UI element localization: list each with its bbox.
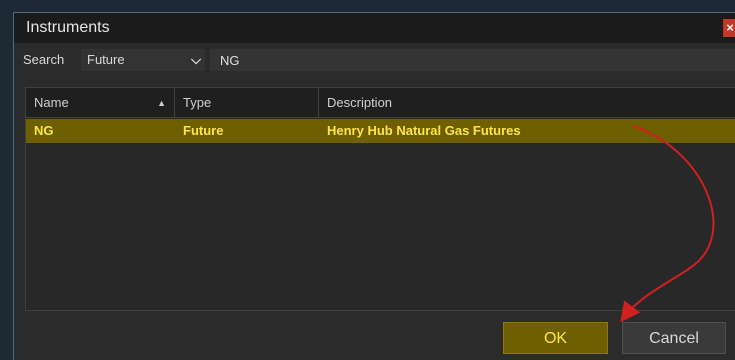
table-row[interactable]: NG Future Henry Hub Natural Gas Futures (26, 119, 735, 143)
column-header-label: Description (327, 95, 393, 110)
ok-button[interactable]: OK (503, 322, 608, 354)
column-header-type[interactable]: Type (175, 88, 319, 118)
search-bar: Search Future ⌵ (14, 45, 735, 75)
instrument-type-select[interactable]: Future ⌵ (81, 49, 205, 71)
close-icon[interactable]: × (723, 19, 735, 37)
type-select-value: Future (87, 52, 125, 67)
sort-ascending-icon: ▲ (157, 98, 166, 108)
column-header-name[interactable]: Name ▲ (26, 88, 175, 118)
background-frame: Instruments × Search Future ⌵ Name ▲ Typ… (0, 0, 735, 360)
dialog-titlebar: Instruments × (14, 13, 735, 43)
cancel-button[interactable]: Cancel (622, 322, 726, 354)
instruments-dialog: Instruments × Search Future ⌵ Name ▲ Typ… (13, 12, 735, 360)
column-header-label: Type (183, 95, 212, 110)
cell-type: Future (183, 123, 224, 138)
column-header-label: Name (34, 95, 69, 110)
column-header-description[interactable]: Description (319, 88, 735, 118)
cell-description: Henry Hub Natural Gas Futures (327, 123, 521, 138)
instruments-table: Name ▲ Type Description NG Future Henry … (25, 87, 735, 311)
chevron-down-icon[interactable]: ⌵ (191, 49, 201, 71)
dialog-title: Instruments (26, 19, 110, 36)
search-label: Search (23, 52, 65, 67)
search-input[interactable] (210, 49, 735, 71)
cell-name: NG (34, 123, 54, 138)
table-header: Name ▲ Type Description (26, 88, 735, 118)
